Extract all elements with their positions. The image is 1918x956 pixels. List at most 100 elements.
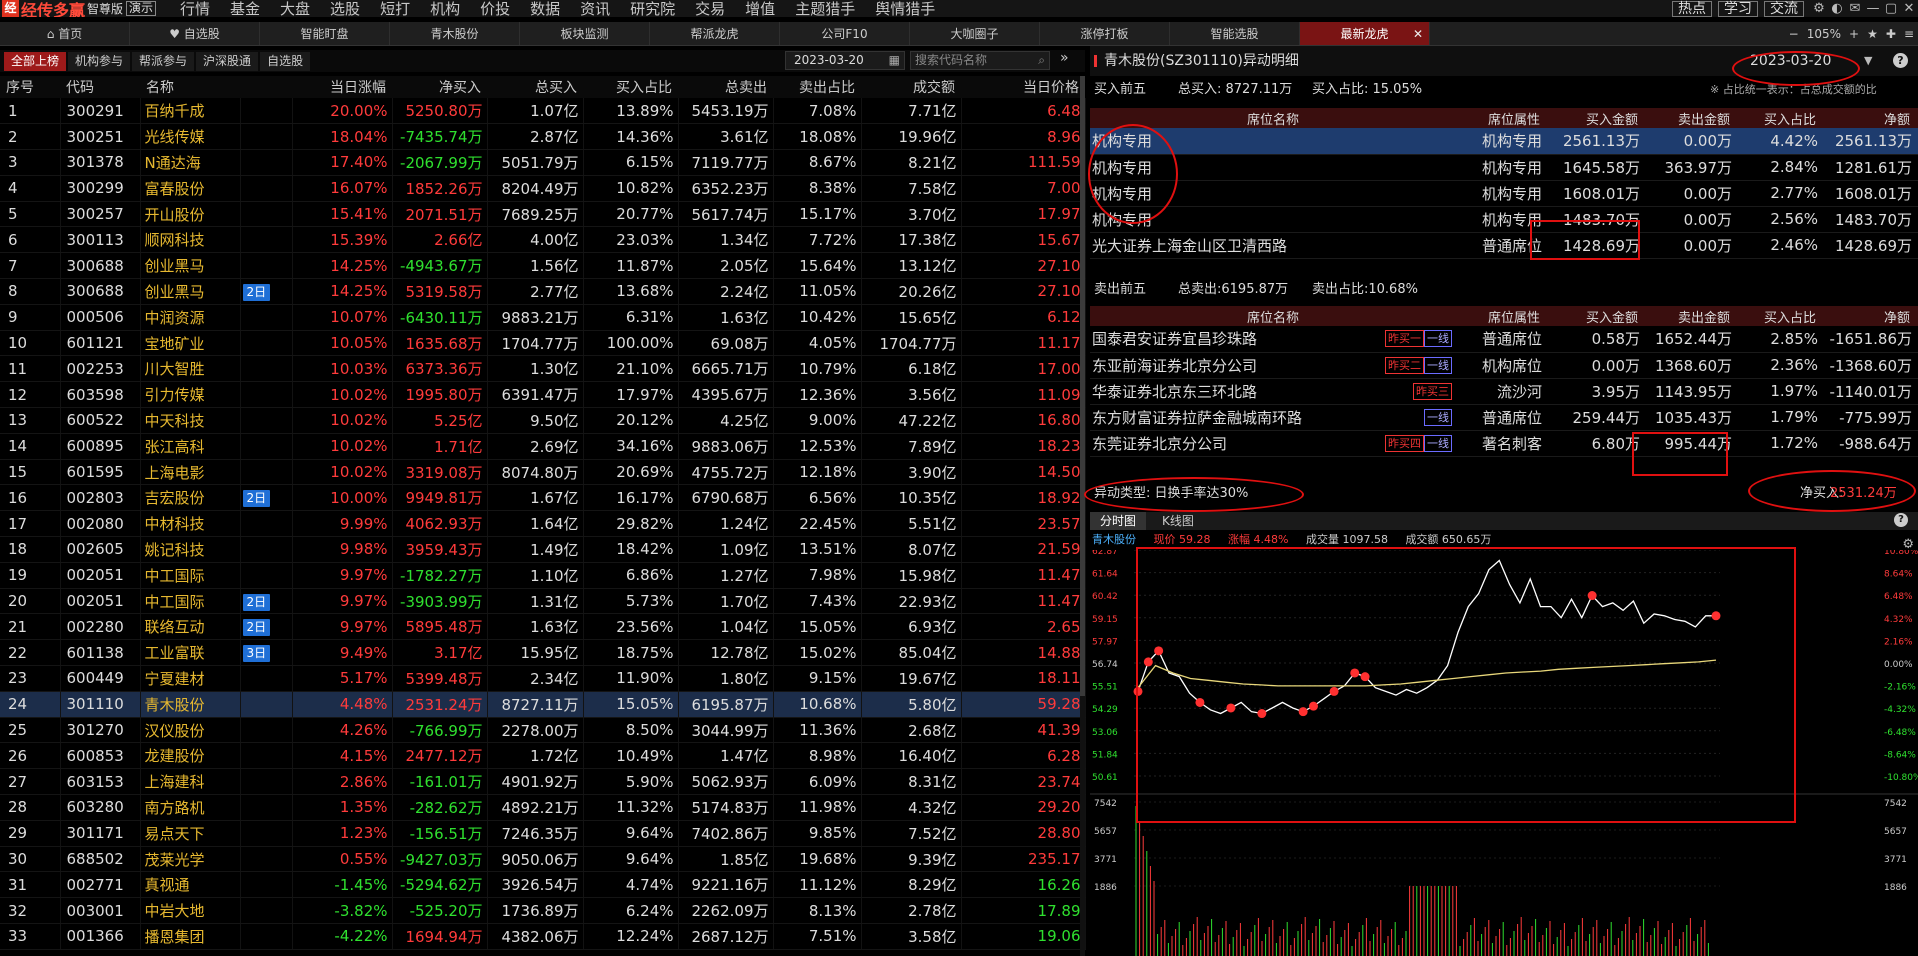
row-name[interactable]: 宝地矿业	[140, 330, 241, 357]
column-header[interactable]: 买入占比	[583, 76, 678, 98]
table-row[interactable]: 2 300251 光线传媒 18.04% -7435.74万 2.87亿 14.36% 3.6…	[0, 123, 1086, 151]
tab-3[interactable]: 青木股份	[390, 22, 520, 45]
menu-item[interactable]: 机构	[420, 0, 470, 17]
table-row[interactable]: 24 301110 青木股份 4.48% 2531.24万 8727.11万 15.05% 6…	[0, 691, 1086, 718]
table-row[interactable]: 6 300113 顺网科技 15.39% 2.66亿 4.00亿 23.03% 1.34亿 7.…	[0, 226, 1086, 254]
seat-row[interactable]: 东亚前海证券北京分公司 昨买二 一线 机构席位 0.00万 1368.60万 2.36% -1…	[1090, 352, 1918, 379]
menu-item[interactable]: 资讯	[570, 0, 620, 17]
settings-icon[interactable]: ⚙	[1810, 1, 1828, 16]
seat-name[interactable]: 国泰君安证券宜昌珍珠路 昨买一 一线	[1090, 326, 1456, 353]
add-icon[interactable]: ✚	[1882, 27, 1900, 41]
table-row[interactable]: 1 300291 百纳千成 20.00% 5250.80万 1.07亿 13.89% 5453…	[0, 98, 1086, 125]
minimize-icon[interactable]: —	[1864, 1, 1882, 16]
chart-help-icon[interactable]: ?	[1894, 513, 1908, 527]
table-row[interactable]: 23 600449 宁夏建材 5.17% 5399.48万 2.34亿 11.90% 1.80…	[0, 665, 1086, 692]
tab-2[interactable]: 智能盯盘	[260, 22, 390, 45]
menu-item[interactable]: 大盘	[270, 0, 320, 17]
table-row[interactable]: 4 300299 富春股份 16.07% 1852.26万 8204.49万 10.82% 6…	[0, 175, 1086, 202]
table-row[interactable]: 9 000506 中润资源 10.07% -6430.11万 9883.21万 6.31% 1…	[0, 304, 1086, 331]
row-name[interactable]: 易点天下	[140, 820, 241, 847]
column-header[interactable]: 卖出占比	[773, 76, 861, 98]
table-row[interactable]: 16 002803 吉宏股份 2日 10.00% 9949.81万 1.67亿 16.17% 6…	[0, 484, 1086, 512]
table-row[interactable]: 10 601121 宝地矿业 10.05% 1635.68万 1704.77万 100.00…	[0, 330, 1086, 357]
table-row[interactable]: 8 300688 创业黑马 2日 14.25% 5319.58万 2.77亿 13.68% 2.…	[0, 278, 1086, 305]
row-name[interactable]: 上海电影	[140, 459, 241, 486]
tab-kline[interactable]: K线图	[1152, 512, 1204, 530]
row-name[interactable]: 川大智胜	[140, 355, 241, 383]
row-name[interactable]: 光线传媒	[140, 123, 241, 151]
row-name[interactable]: 开山股份	[140, 201, 241, 228]
seat-name[interactable]: 机构专用	[1090, 206, 1456, 233]
row-name[interactable]: 真视通	[140, 871, 241, 899]
skin-icon[interactable]: ◐	[1828, 1, 1846, 16]
row-name[interactable]: 中工国际	[140, 562, 241, 589]
search-input[interactable]: 搜索代码名称 ⌕	[910, 51, 1050, 70]
list-scrollbar[interactable]	[1080, 76, 1085, 956]
calendar-icon[interactable]: ▦	[889, 52, 900, 69]
column-header[interactable]: 总买入	[487, 76, 583, 98]
table-row[interactable]: 29 301171 易点天下 1.23% -156.51万 7246.35万 9.64% 74…	[0, 820, 1086, 847]
table-row[interactable]: 32 003001 中岩大地 -3.82% -525.20万 1736.89万 6.24% 2…	[0, 897, 1086, 924]
row-name[interactable]: 姚记科技	[140, 536, 241, 563]
column-header[interactable]: 净买入	[392, 76, 487, 98]
row-name[interactable]: 张江高科	[140, 433, 241, 460]
row-name[interactable]: 中天科技	[140, 407, 241, 434]
seat-name[interactable]: 机构专用	[1090, 180, 1456, 207]
row-name[interactable]: 宁夏建材	[140, 665, 241, 692]
learn-button[interactable]: 学习	[1718, 0, 1758, 17]
menu-item[interactable]: 短打	[370, 0, 420, 17]
filter-1[interactable]: 机构参与	[68, 51, 131, 71]
seat-row[interactable]: 东方财富证券拉萨金融城南环路 一线 普通席位 259.44万 1035.43万 1.79%…	[1090, 404, 1918, 431]
intraday-chart[interactable]: 62.87 10.80% 61.64 8.64% 60.42 6.48% 59.15 4.32…	[1090, 550, 1918, 956]
mail-icon[interactable]: ✉	[1846, 1, 1864, 16]
table-row[interactable]: 14 600895 张江高科 10.02% 1.71亿 2.69亿 34.16% 9883.0…	[0, 433, 1086, 460]
maximize-icon[interactable]: ▢	[1882, 1, 1900, 16]
seat-row[interactable]: 国泰君安证券宜昌珍珠路 昨买一 一线 普通席位 0.58万 1652.44万 2.85% -1…	[1090, 326, 1918, 353]
filter-0[interactable]: 全部上榜	[4, 51, 67, 71]
row-name[interactable]: 顺网科技	[140, 226, 241, 254]
seat-row[interactable]: 机构专用 机构专用 1483.70万 0.00万 2.56% 1483.70万	[1090, 206, 1918, 233]
row-name[interactable]: N通达海	[140, 149, 241, 176]
menu-item[interactable]: 舆情猎手	[865, 0, 945, 17]
row-name[interactable]: 播恩集团	[140, 923, 241, 950]
row-name[interactable]: 中工国际	[140, 588, 241, 615]
seat-name[interactable]: 东亚前海证券北京分公司 昨买二 一线	[1090, 352, 1456, 379]
table-row[interactable]: 11 002253 川大智胜 10.03% 6373.36万 1.30亿 21.10% 666…	[0, 355, 1086, 383]
detail-date-select[interactable]: 2023-03-20	[1750, 52, 1845, 71]
seat-name[interactable]: 机构专用	[1090, 128, 1456, 155]
seat-row[interactable]: 华泰证券北京东三环北路 昨买三 流沙河 3.95万 1143.95万 1.97% -1140…	[1090, 378, 1918, 405]
table-row[interactable]: 30 688502 茂莱光学 0.55% -9427.03万 9050.06万 9.64% 1…	[0, 846, 1086, 873]
row-name[interactable]: 茂莱光学	[140, 846, 241, 873]
column-header[interactable]: 序号	[0, 76, 60, 98]
tab-1[interactable]: ♥ 自选股	[130, 22, 260, 45]
row-name[interactable]: 上海建科	[140, 768, 241, 796]
menu-item[interactable]: 选股	[320, 0, 370, 17]
table-row[interactable]: 33 001366 播恩集团 -4.22% 1694.94万 4382.06万 12.24%…	[0, 923, 1086, 950]
table-row[interactable]: 19 002051 中工国际 9.97% -1782.27万 1.10亿 6.86% 1.27…	[0, 562, 1086, 589]
tab-6[interactable]: 公司F10	[780, 22, 910, 45]
table-row[interactable]: 5 300257 开山股份 15.41% 2071.51万 7689.25万 20.77% 5…	[0, 201, 1086, 228]
table-row[interactable]: 20 002051 中工国际 2日 9.97% -3903.99万 1.31亿 5.73% 1.…	[0, 588, 1086, 615]
menu-item[interactable]: 数据	[520, 0, 570, 17]
row-name[interactable]: 汉仪股份	[140, 717, 241, 744]
column-header[interactable]: 名称	[140, 76, 240, 98]
scrollbar-thumb[interactable]	[1080, 76, 1085, 696]
tab-0[interactable]: ⌂ 首页	[0, 22, 130, 45]
table-row[interactable]: 27 603153 上海建科 2.86% -161.01万 4901.92万 5.90% 50…	[0, 768, 1086, 796]
search-icon[interactable]: ⌕	[1038, 52, 1045, 69]
filter-2[interactable]: 帮派参与	[132, 51, 195, 71]
tab-4[interactable]: 板块监测	[520, 22, 650, 45]
row-name[interactable]: 吉宏股份	[140, 484, 241, 512]
column-header[interactable]	[240, 76, 292, 98]
row-name[interactable]: 南方路机	[140, 794, 241, 821]
seat-name[interactable]: 光大证券上海金山区卫清西路	[1090, 232, 1456, 259]
table-row[interactable]: 25 301270 汉仪股份 4.26% -766.99万 2278.00万 8.50% 30…	[0, 717, 1086, 744]
menu-item[interactable]: 主题猎手	[785, 0, 865, 17]
table-row[interactable]: 31 002771 真视通 -1.45% -5294.62万 3926.54万 4.74% 9…	[0, 871, 1086, 899]
seat-row[interactable]: 机构专用 机构专用 1645.58万 363.97万 2.84% 1281.61万	[1090, 154, 1918, 181]
close-icon[interactable]: ✕	[1413, 22, 1423, 45]
tab-7[interactable]: 大咖圈子	[910, 22, 1040, 45]
close-icon[interactable]: ✕	[1900, 1, 1918, 16]
column-header[interactable]: 当日价格	[961, 76, 1085, 98]
favorite-icon[interactable]: ★	[1863, 27, 1882, 41]
